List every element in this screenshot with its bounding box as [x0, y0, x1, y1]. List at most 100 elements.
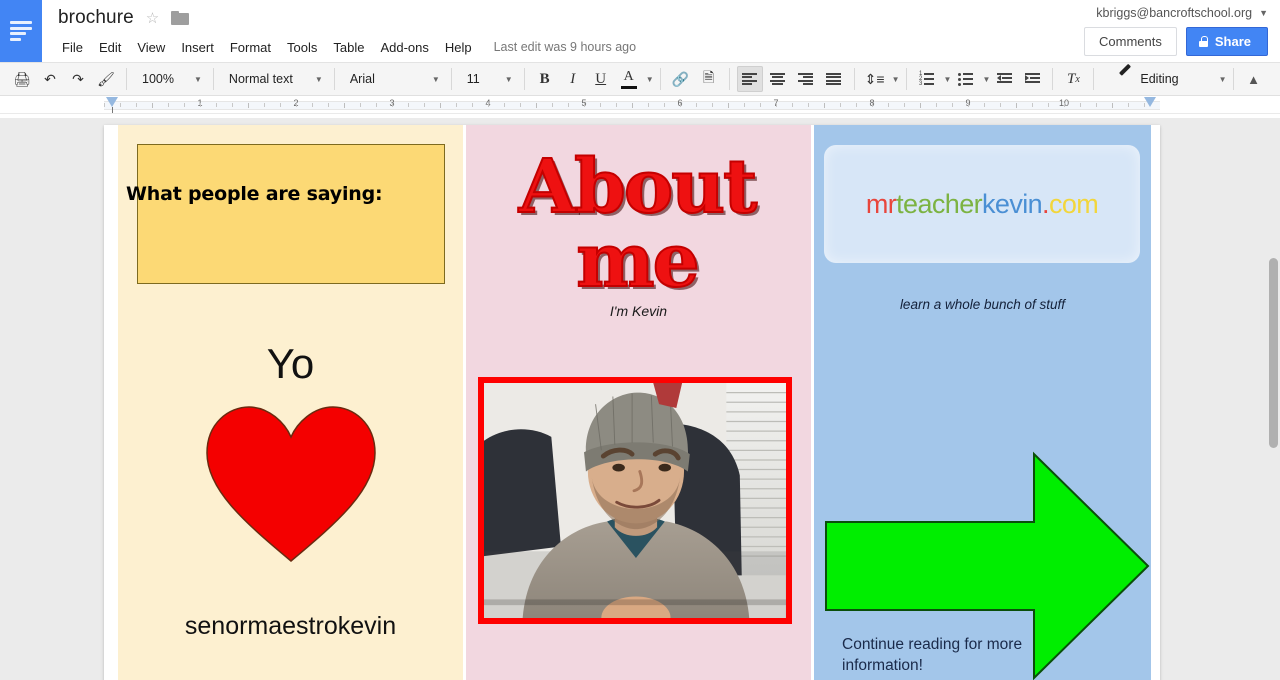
toolbar-group-spacing: ⇕≡ ▼: [861, 66, 900, 92]
docs-menu-button[interactable]: [0, 0, 42, 62]
align-right-icon[interactable]: [793, 66, 819, 92]
bulleted-list-icon[interactable]: [952, 66, 978, 92]
logo-part-dot: .: [1042, 189, 1049, 219]
add-comment-icon[interactable]: 🗎: [696, 66, 722, 92]
chevron-down-icon[interactable]: ▼: [1219, 75, 1227, 84]
menu-item-format[interactable]: Format: [222, 37, 279, 58]
paragraph-style-dropdown[interactable]: Normal text ▼: [222, 67, 326, 91]
bold-button[interactable]: B: [532, 66, 558, 92]
chevron-down-icon[interactable]: ▼: [892, 75, 900, 84]
menu-item-edit[interactable]: Edit: [91, 37, 129, 58]
toolbar-divider: [660, 68, 661, 90]
toolbar-divider: [524, 68, 525, 90]
chevron-up-icon[interactable]: ▲: [1241, 66, 1267, 92]
link-icon[interactable]: 🔗: [668, 66, 694, 92]
menu-item-addons[interactable]: Add-ons: [372, 37, 436, 58]
ruler-tick: [568, 103, 569, 107]
document-title[interactable]: brochure: [58, 7, 134, 29]
ruler-tick: [552, 103, 553, 107]
line-spacing-icon[interactable]: ⇕≡: [862, 66, 888, 92]
ruler-tick: [984, 103, 985, 107]
logo-part-mr: mr: [866, 189, 896, 219]
increase-indent-icon[interactable]: [1019, 66, 1045, 92]
brochure-columns: What people are saying: Yo senormaestrok…: [118, 125, 1158, 680]
text-color-button[interactable]: A: [616, 66, 642, 92]
ruler-inner: 1 2 3 4 5 6 7 8 9 10: [104, 96, 1160, 114]
share-button[interactable]: Share: [1186, 27, 1268, 56]
ruler-tick: [792, 103, 793, 107]
ruler-tick: [248, 103, 249, 108]
toolbar-divider: [334, 68, 335, 90]
chevron-down-icon: ▼: [1259, 8, 1268, 18]
menu-item-table[interactable]: Table: [325, 37, 372, 58]
decrease-indent-icon[interactable]: [991, 66, 1017, 92]
docs-menu-icon: [10, 21, 32, 41]
ruler-tick: [184, 103, 185, 107]
chevron-down-icon: ▼: [315, 75, 323, 84]
ruler-tick: [168, 103, 169, 107]
align-justify-icon[interactable]: [821, 66, 847, 92]
menu-item-help[interactable]: Help: [437, 37, 480, 58]
ruler-tick: [648, 103, 649, 107]
ruler-tick: [968, 103, 969, 107]
ruler-tick: [1016, 103, 1017, 108]
comments-button[interactable]: Comments: [1084, 27, 1177, 56]
font-family-dropdown[interactable]: Arial ▼: [343, 67, 443, 91]
account-menu[interactable]: kbriggs@bancroftschool.org ▼: [1096, 6, 1268, 20]
ruler-tick: [360, 103, 361, 107]
document-canvas[interactable]: What people are saying: Yo senormaestrok…: [0, 118, 1280, 680]
ruler-tick: [1080, 103, 1081, 107]
ruler-tick: [936, 103, 937, 107]
logo-tagline: learn a whole bunch of stuff: [814, 297, 1151, 312]
clear-formatting-icon[interactable]: Tx: [1060, 66, 1086, 92]
header-right-cluster: kbriggs@bancroftschool.org ▼ Comments Sh…: [1084, 6, 1268, 56]
ruler[interactable]: 1 2 3 4 5 6 7 8 9 10: [0, 96, 1280, 114]
editing-mode-control[interactable]: Editing ▼: [1118, 66, 1226, 92]
ruler-tick: [328, 103, 329, 107]
paint-format-icon[interactable]: 🖌: [93, 66, 119, 92]
logo-card[interactable]: mrteacherkevin.com: [824, 145, 1140, 263]
zoom-dropdown[interactable]: 100% ▼: [135, 67, 205, 91]
pencil-icon: [1118, 72, 1132, 86]
font-size-dropdown[interactable]: 11 ▼: [460, 67, 516, 91]
brochure-column-middle[interactable]: About me I'm Kevin: [466, 125, 811, 680]
ruler-tick: [232, 103, 233, 107]
italic-button[interactable]: I: [560, 66, 586, 92]
brochure-column-left[interactable]: What people are saying: Yo senormaestrok…: [118, 125, 463, 680]
menu-item-tools[interactable]: Tools: [279, 37, 325, 58]
undo-icon[interactable]: ↶: [37, 66, 63, 92]
ruler-tick: [664, 103, 665, 107]
vertical-scrollbar-thumb[interactable]: [1269, 258, 1278, 448]
redo-icon[interactable]: ↷: [65, 66, 91, 92]
numbered-list-icon[interactable]: 1 2 3: [914, 66, 940, 92]
ruler-tick: [712, 103, 713, 107]
menu-bar: File Edit View Insert Format Tools Table…: [58, 35, 636, 59]
vertical-scrollbar[interactable]: [1269, 244, 1278, 680]
ruler-tick: [536, 103, 537, 108]
zoom-value: 100%: [142, 72, 186, 86]
document-page[interactable]: What people are saying: Yo senormaestrok…: [104, 125, 1160, 680]
ruler-tick: [264, 103, 265, 107]
align-center-icon[interactable]: [765, 66, 791, 92]
menu-item-view[interactable]: View: [129, 37, 173, 58]
align-left-icon[interactable]: [737, 66, 763, 92]
ruler-tick: [200, 103, 201, 107]
folder-icon[interactable]: [171, 11, 189, 25]
ruler-tick: [1032, 103, 1033, 107]
last-edit-status[interactable]: Last edit was 9 hours ago: [494, 40, 636, 54]
chevron-down-icon[interactable]: ▼: [944, 75, 952, 84]
title-row: brochure ☆: [58, 5, 636, 31]
heart-image-wrapper[interactable]: [118, 403, 463, 563]
brochure-column-right[interactable]: mrteacherkevin.com learn a whole bunch o…: [814, 125, 1151, 680]
menu-item-file[interactable]: File: [54, 37, 91, 58]
star-outline-icon[interactable]: ☆: [146, 11, 159, 26]
portrait-photo-frame[interactable]: [478, 377, 792, 624]
underline-button[interactable]: U: [588, 66, 614, 92]
chevron-down-icon[interactable]: ▼: [982, 75, 990, 84]
print-icon[interactable]: 🖨: [9, 66, 35, 92]
quote-heading-box[interactable]: [137, 144, 445, 284]
chevron-down-icon[interactable]: ▼: [646, 75, 654, 84]
google-docs-window: brochure ☆ File Edit View Insert Format …: [0, 0, 1280, 680]
menu-item-insert[interactable]: Insert: [173, 37, 222, 58]
left-indent-bar[interactable]: [112, 107, 113, 113]
